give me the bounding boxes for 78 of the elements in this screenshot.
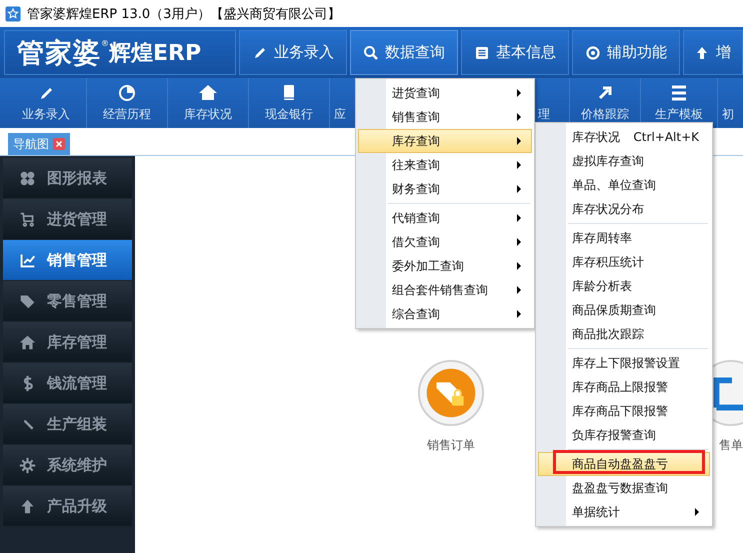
line-chart-icon: [19, 252, 36, 268]
house-icon: [198, 83, 218, 103]
submenu-arrow-icon: [695, 508, 699, 516]
gear-icon: [19, 456, 36, 474]
sidebar-item[interactable]: 图形报表: [3, 158, 132, 198]
menu-item[interactable]: 组合套件销售查询: [358, 278, 532, 302]
nav-button[interactable]: 辅助功能: [572, 30, 680, 75]
menu-item[interactable]: 库存上下限报警设置: [538, 351, 710, 375]
submenu-arrow-icon: [517, 238, 521, 246]
submenu-arrow-icon: [517, 185, 521, 193]
menu-item[interactable]: 借欠查询: [358, 230, 532, 254]
submenu-arrow-icon: [517, 161, 521, 169]
menu-item[interactable]: 代销查询: [358, 206, 532, 230]
sidebar-item[interactable]: 进货管理: [3, 199, 132, 239]
shortcut-label[interactable]: 销售订单: [427, 437, 475, 454]
house-icon: [19, 334, 36, 350]
document-icon: [474, 44, 490, 60]
nav-button[interactable]: 增: [683, 30, 743, 75]
menu-item[interactable]: 库存状况分布: [538, 197, 710, 221]
tag-icon: [19, 292, 36, 310]
star-icon: [5, 6, 21, 22]
submenu-arrow-icon: [517, 286, 521, 294]
nav-button[interactable]: 基本信息: [461, 30, 569, 75]
menu-item[interactable]: 财务查询: [358, 177, 532, 201]
close-icon[interactable]: [53, 138, 65, 150]
submenu-arrow-icon: [517, 262, 521, 270]
arrow-up-icon: [694, 44, 710, 60]
sidebar-item[interactable]: 生产组装: [3, 404, 132, 444]
menu-item[interactable]: 商品保质期查询: [538, 298, 710, 322]
menu-item[interactable]: 盘盈盘亏数据查询: [538, 476, 710, 500]
menu-icon: [669, 83, 689, 103]
toolbar-item[interactable]: 库存状况: [168, 78, 249, 128]
menu-item[interactable]: 库存商品上限报警: [538, 375, 710, 399]
cart-icon: [19, 210, 36, 228]
menu-item[interactable]: 库龄分析表: [538, 274, 710, 298]
menu-item[interactable]: 虚拟库存查询: [538, 149, 710, 173]
sidebar-item[interactable]: 产品升级: [3, 486, 132, 526]
menu-item[interactable]: 单品、单位查询: [538, 173, 710, 197]
menu-item[interactable]: 库存周转率: [538, 226, 710, 250]
menu-item[interactable]: 库存查询: [358, 129, 532, 153]
sidebar-item[interactable]: 系统维护: [3, 445, 132, 485]
submenu-arrow-icon: [517, 113, 521, 121]
menu-item[interactable]: 综合查询: [358, 302, 532, 326]
nav-button[interactable]: 业务录入: [239, 30, 347, 75]
tag-lock-icon[interactable]: [417, 359, 485, 427]
menu-item[interactable]: 往来查询: [358, 153, 532, 177]
nav-button[interactable]: 数据查询: [350, 30, 458, 75]
grid-icon: [19, 170, 36, 186]
toolbar-item[interactable]: 初: [718, 78, 743, 128]
search-icon: [363, 44, 379, 60]
submenu-arrow-icon: [517, 137, 521, 145]
window-title: 管家婆辉煌ERP 13.0（3用户）【盛兴商贸有限公司】: [27, 6, 340, 22]
menu-item[interactable]: 库存状况 Ctrl+Alt+K: [538, 125, 710, 149]
shortcut-label[interactable]: 售单: [719, 437, 743, 454]
app-logo: 管家婆®辉煌ERP: [4, 30, 236, 75]
menu-item[interactable]: 负库存报警查询: [538, 423, 710, 447]
menu-item[interactable]: 库存积压统计: [538, 250, 710, 274]
menu-item[interactable]: 库存商品下限报警: [538, 399, 710, 423]
menu-item[interactable]: 进货查询: [358, 81, 532, 105]
arrow-up-icon: [19, 498, 36, 514]
menu-item[interactable]: 单据统计: [538, 500, 710, 524]
toolbar-item[interactable]: 应: [330, 78, 356, 128]
toolbar-item[interactable]: 现金银行: [249, 78, 330, 128]
submenu-arrow-icon: [517, 214, 521, 222]
sidebar-item[interactable]: 库存管理: [3, 322, 132, 362]
menu-item[interactable]: 销售查询: [358, 105, 532, 129]
sidebar-item[interactable]: 销售管理: [3, 240, 132, 280]
sidebar-item[interactable]: 钱流管理: [3, 363, 132, 403]
menu-item[interactable]: 商品批次跟踪: [538, 322, 710, 346]
sidebar-item[interactable]: 零售管理: [3, 281, 132, 321]
toolbar-item[interactable]: 业务录入: [6, 78, 87, 128]
menu-item[interactable]: 委外加工查询: [358, 254, 532, 278]
menu-item[interactable]: 商品自动盘盈盘亏: [538, 452, 710, 476]
submenu-arrow-icon: [517, 310, 521, 318]
pie-chart-icon: [117, 83, 137, 103]
submenu-arrow-icon: [517, 89, 521, 97]
lifebuoy-icon: [585, 44, 601, 60]
toolbar-item[interactable]: 经营历程: [87, 78, 168, 128]
